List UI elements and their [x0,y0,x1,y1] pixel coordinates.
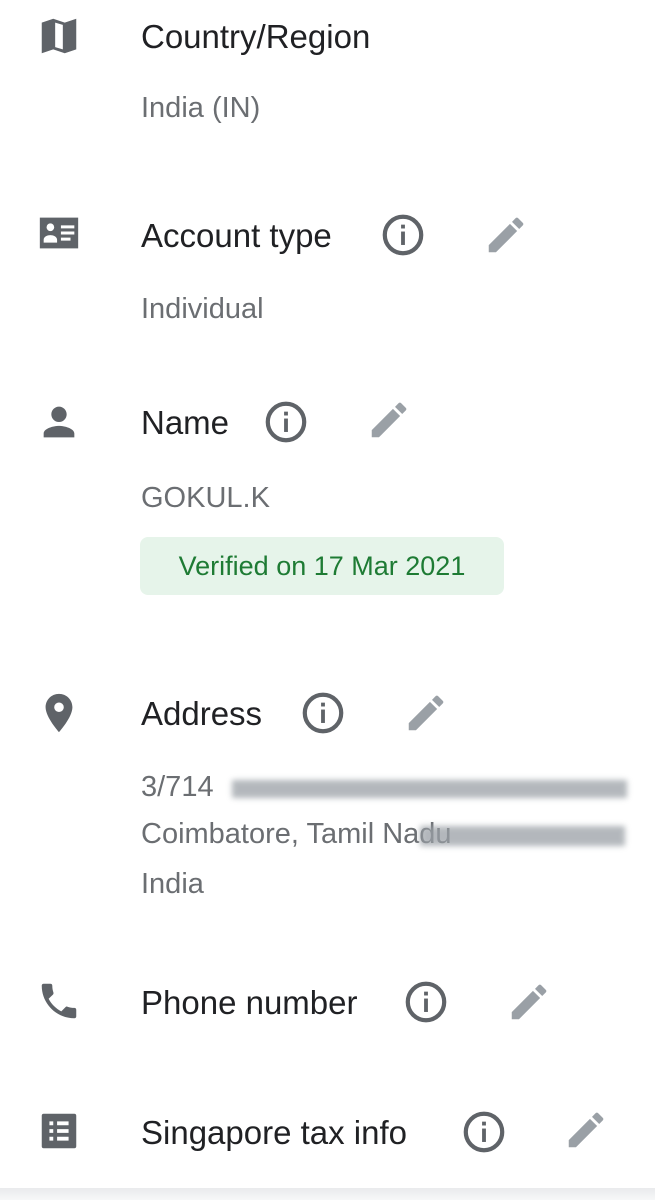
name-value: GOKUL.K [141,482,270,514]
address-info-icon[interactable] [300,690,346,736]
account-type-value: Individual [141,293,264,325]
account-type-edit-icon[interactable] [483,212,529,258]
tax-title: Singapore tax info [141,1114,408,1151]
redacted-address-line-1 [232,780,627,798]
address-title: Address [141,695,263,732]
country-value: India (IN) [141,92,261,124]
tax-info-icon[interactable] [461,1109,507,1155]
verified-badge: Verified on 17 Mar 2021 [140,537,504,595]
phone-icon [36,978,82,1024]
person-icon [36,399,82,445]
address-line-2: Coimbatore, Tamil Nadu [141,818,452,850]
name-title: Name [141,404,230,441]
address-line-1: 3/714 [141,771,214,803]
account-type-title: Account type [141,217,332,254]
name-edit-icon[interactable] [366,397,412,443]
phone-title: Phone number [141,984,358,1021]
country-title: Country/Region [141,18,371,55]
list-icon [36,1108,82,1154]
address-line-3: India [141,868,204,900]
redacted-address-line-2 [420,826,625,846]
id-card-icon [36,210,82,256]
phone-info-icon[interactable] [403,979,449,1025]
map-icon [36,13,82,59]
phone-edit-icon[interactable] [506,979,552,1025]
location-pin-icon [36,690,82,736]
next-row-cutoff [0,1188,655,1200]
tax-edit-icon[interactable] [563,1107,609,1153]
address-edit-icon[interactable] [403,690,449,736]
account-type-info-icon[interactable] [380,212,426,258]
name-info-icon[interactable] [263,399,309,445]
